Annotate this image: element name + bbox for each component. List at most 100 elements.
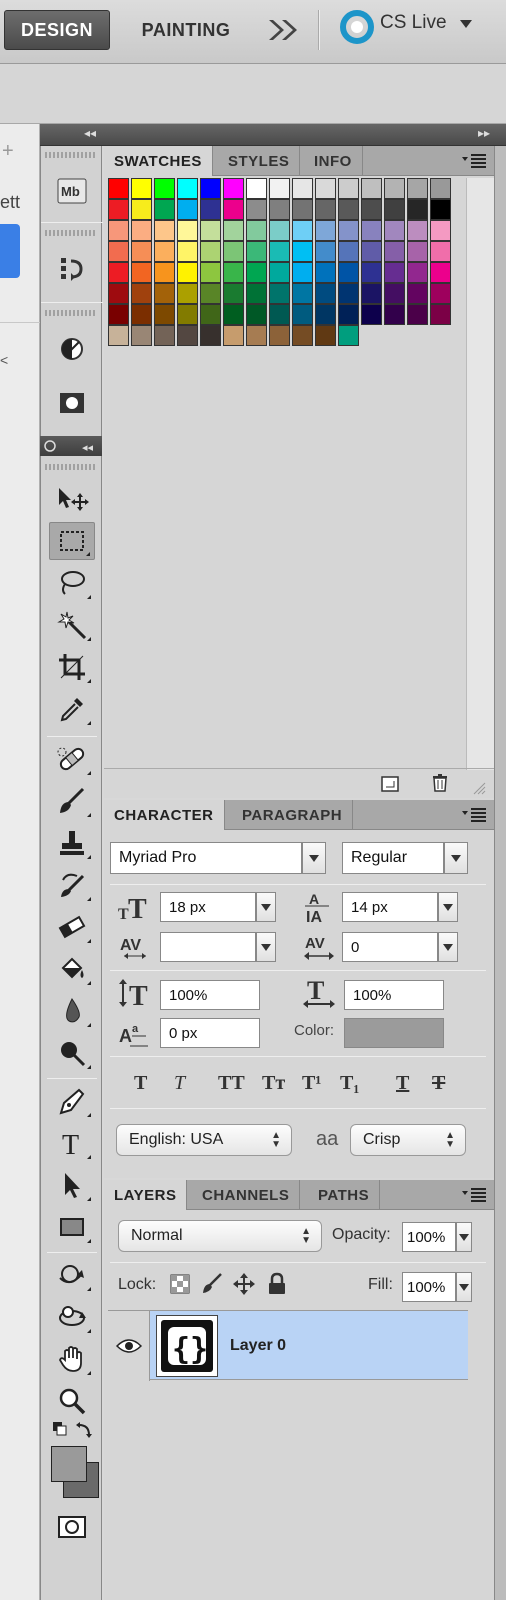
swatch[interactable]: [292, 304, 313, 325]
swatch[interactable]: [269, 178, 290, 199]
lock-transparent-icon[interactable]: [170, 1274, 190, 1294]
swatch[interactable]: [223, 283, 244, 304]
swatch[interactable]: [246, 220, 267, 241]
panel-menu-icon[interactable]: [462, 1188, 486, 1202]
font-size-field[interactable]: 18 px: [160, 892, 256, 922]
swatch[interactable]: [108, 283, 129, 304]
3d-rotate-tool-icon[interactable]: [49, 1256, 95, 1294]
swatch[interactable]: [269, 199, 290, 220]
swatch[interactable]: [407, 220, 428, 241]
swatch[interactable]: [292, 199, 313, 220]
swatch[interactable]: [223, 220, 244, 241]
swatch[interactable]: [200, 220, 221, 241]
resize-grip-icon[interactable]: [472, 781, 486, 795]
swatches-scrollbar[interactable]: [466, 178, 494, 770]
dock-grip[interactable]: [45, 310, 97, 316]
swatch[interactable]: [108, 199, 129, 220]
workspace-painting-button[interactable]: PAINTING: [130, 10, 242, 50]
swatch[interactable]: [269, 325, 290, 346]
superscript-button[interactable]: T¹: [302, 1072, 321, 1095]
swatch[interactable]: [430, 199, 451, 220]
swatch[interactable]: [177, 304, 198, 325]
swatch[interactable]: [361, 220, 382, 241]
swatch[interactable]: [154, 178, 175, 199]
tracking-field[interactable]: 0: [342, 932, 438, 962]
opacity-field[interactable]: 100%: [402, 1222, 456, 1252]
swatch[interactable]: [407, 262, 428, 283]
language-select[interactable]: English: USA ▲ ▼: [116, 1124, 292, 1156]
swatch[interactable]: [407, 178, 428, 199]
mini-bridge-icon[interactable]: Mb: [55, 174, 89, 208]
new-tab-icon[interactable]: +: [2, 140, 14, 163]
swatch[interactable]: [292, 220, 313, 241]
swatch[interactable]: [223, 199, 244, 220]
layer-thumbnail[interactable]: {}: [156, 1315, 218, 1377]
more-workspaces-icon[interactable]: [266, 16, 300, 44]
visibility-toggle[interactable]: [108, 1311, 150, 1381]
swatch[interactable]: [292, 178, 313, 199]
swatch[interactable]: [108, 325, 129, 346]
swatch[interactable]: [315, 304, 336, 325]
swatch[interactable]: [108, 304, 129, 325]
font-family-dropdown[interactable]: [302, 842, 326, 874]
swatch[interactable]: [200, 325, 221, 346]
swatch[interactable]: [200, 178, 221, 199]
swatch[interactable]: [384, 199, 405, 220]
pen-tool-icon[interactable]: [49, 1082, 95, 1120]
default-colors-icon[interactable]: [49, 1418, 95, 1442]
layer-name[interactable]: Layer 0: [230, 1337, 286, 1355]
quick-mask-icon[interactable]: [49, 1508, 95, 1546]
swatch[interactable]: [361, 199, 382, 220]
swatch[interactable]: [407, 283, 428, 304]
move-tool-icon[interactable]: [49, 480, 95, 518]
swatch[interactable]: [338, 220, 359, 241]
swatch[interactable]: [292, 325, 313, 346]
lock-position-icon[interactable]: [232, 1272, 256, 1296]
swatch[interactable]: [131, 178, 152, 199]
underline-button[interactable]: T: [396, 1072, 409, 1095]
font-style-dropdown[interactable]: [444, 842, 468, 874]
font-size-dropdown[interactable]: [256, 892, 276, 922]
horizontal-scale-field[interactable]: 100%: [344, 980, 444, 1010]
dodge-tool-icon[interactable]: [49, 1034, 95, 1072]
swatch[interactable]: [430, 283, 451, 304]
brush-tool-icon[interactable]: [49, 782, 95, 820]
lock-all-icon[interactable]: [266, 1272, 288, 1296]
swatch[interactable]: [292, 241, 313, 262]
swatch[interactable]: [407, 241, 428, 262]
new-swatch-icon[interactable]: [380, 775, 400, 793]
swatch[interactable]: [361, 304, 382, 325]
tab-channels[interactable]: CHANNELS: [192, 1180, 301, 1210]
collapse-dock-icon[interactable]: ◂◂: [84, 126, 96, 140]
cs-live-icon[interactable]: [340, 10, 374, 44]
clone-stamp-tool-icon[interactable]: [49, 824, 95, 862]
swatch[interactable]: [269, 304, 290, 325]
blur-tool-icon[interactable]: [49, 992, 95, 1030]
swatch[interactable]: [200, 283, 221, 304]
swatch[interactable]: [430, 262, 451, 283]
swatch[interactable]: [246, 283, 267, 304]
swatch[interactable]: [407, 304, 428, 325]
swatch[interactable]: [430, 241, 451, 262]
swatch[interactable]: [246, 199, 267, 220]
expand-dock-icon[interactable]: ▸▸: [478, 126, 490, 140]
swatch[interactable]: [131, 199, 152, 220]
swatch[interactable]: [384, 262, 405, 283]
swatch[interactable]: [108, 262, 129, 283]
swatch[interactable]: [177, 178, 198, 199]
swatch[interactable]: [177, 220, 198, 241]
swatch[interactable]: [315, 283, 336, 304]
swatch[interactable]: [384, 304, 405, 325]
swatch[interactable]: [315, 325, 336, 346]
swatch[interactable]: [108, 220, 129, 241]
tools-grip[interactable]: [45, 464, 97, 470]
swatch[interactable]: [430, 178, 451, 199]
swatch[interactable]: [108, 241, 129, 262]
swatch[interactable]: [177, 325, 198, 346]
eraser-tool-icon[interactable]: [49, 908, 95, 946]
paint-bucket-tool-icon[interactable]: [49, 950, 95, 988]
swatch[interactable]: [384, 178, 405, 199]
opacity-dropdown[interactable]: [456, 1222, 472, 1252]
swatch[interactable]: [131, 220, 152, 241]
swatch[interactable]: [223, 241, 244, 262]
